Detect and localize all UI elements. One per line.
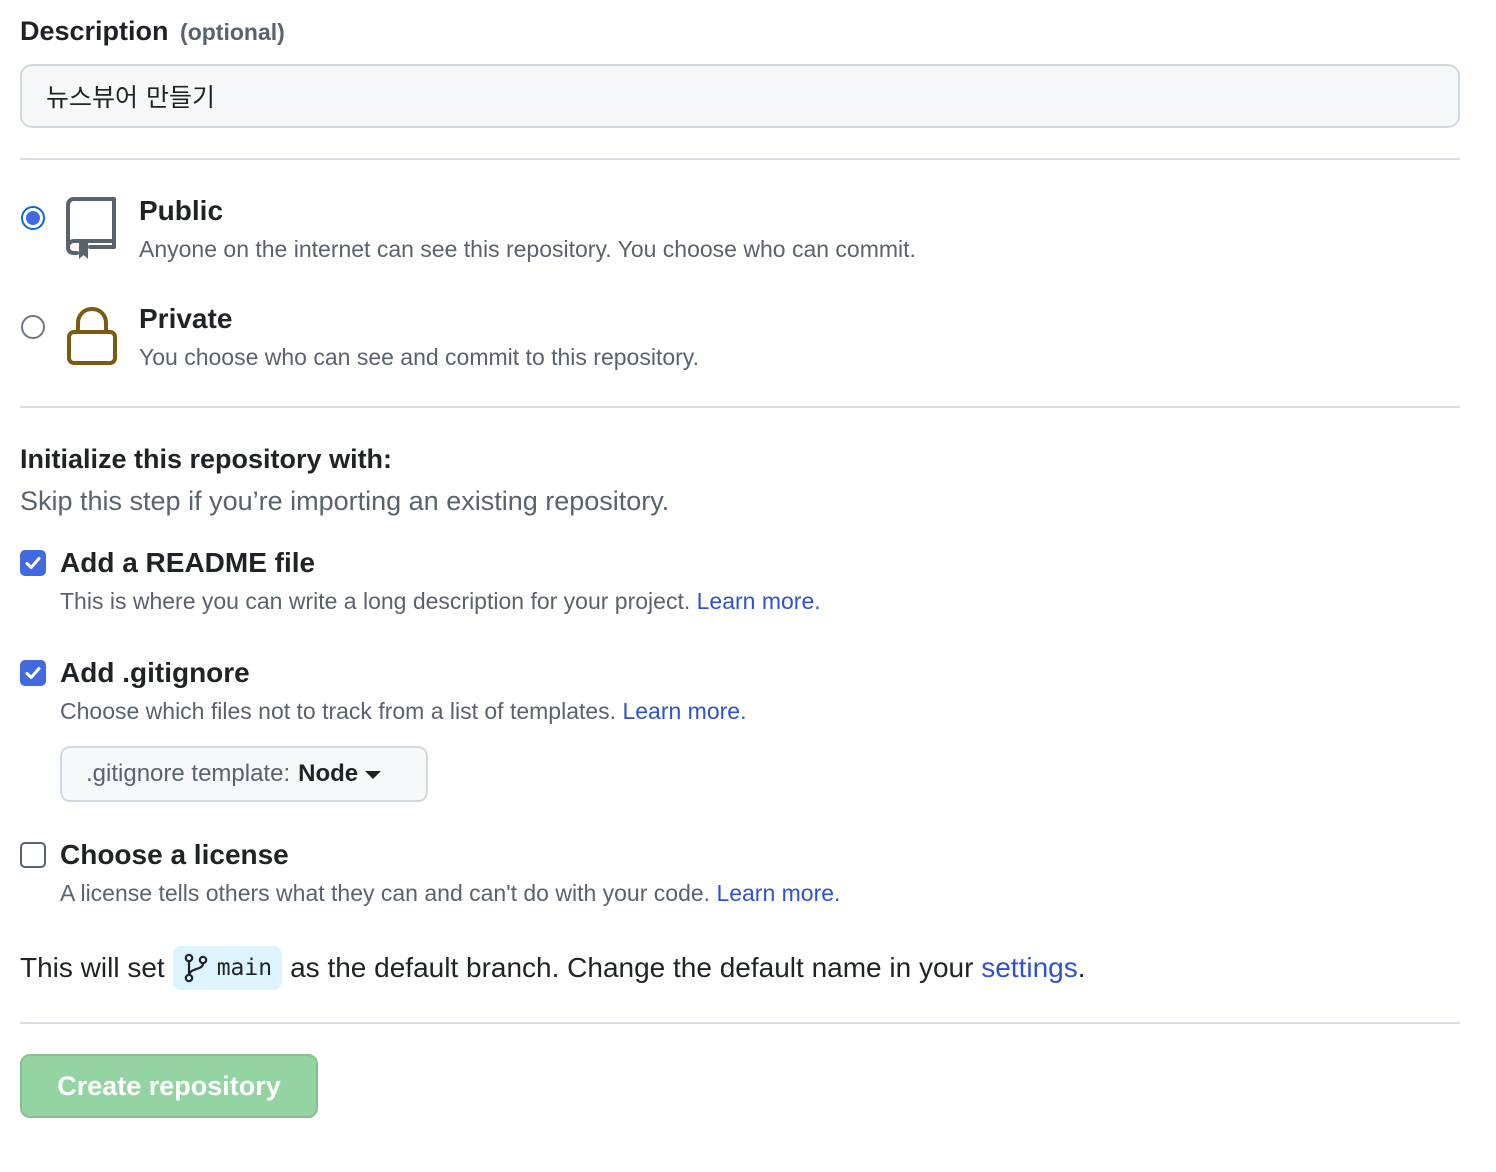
readme-learn-more-link[interactable]: Learn more. — [697, 588, 821, 614]
gitignore-desc-text: Choose which files not to track from a l… — [60, 698, 617, 724]
branch-middle-text: as the default branch. Change the defaul… — [290, 952, 974, 983]
license-desc-text: A license tells others what they can and… — [60, 880, 711, 906]
template-label: .gitignore template: — [86, 760, 291, 787]
branch-name: main — [216, 955, 273, 981]
check-icon — [25, 667, 41, 679]
readme-desc: This is where you can write a long descr… — [60, 588, 821, 615]
gitignore-desc: Choose which files not to track from a l… — [60, 698, 746, 725]
divider — [20, 1022, 1460, 1024]
branch-suffix: . — [1077, 952, 1086, 983]
readme-checkbox[interactable] — [20, 550, 46, 576]
repo-icon — [66, 197, 116, 259]
readme-desc-text: This is where you can write a long descr… — [60, 588, 691, 614]
check-icon — [25, 557, 41, 569]
private-desc: You choose who can see and commit to thi… — [139, 344, 699, 370]
license-desc: A license tells others what they can and… — [60, 880, 840, 907]
settings-link[interactable]: settings — [981, 952, 1078, 984]
license-checkbox[interactable] — [20, 842, 46, 868]
gitignore-checkbox[interactable] — [20, 660, 46, 686]
gitignore-label[interactable]: Add .gitignore — [60, 657, 250, 689]
description-label-text: Description — [20, 16, 169, 46]
divider — [20, 158, 1460, 160]
gitignore-template-dropdown[interactable]: .gitignore template: Node — [60, 746, 428, 802]
private-radio[interactable] — [21, 315, 45, 339]
public-desc: Anyone on the internet can see this repo… — [139, 236, 916, 262]
init-subtitle: Skip this step if you’re importing an ex… — [20, 486, 670, 516]
license-label[interactable]: Choose a license — [60, 839, 289, 871]
public-title: Public — [139, 195, 224, 226]
private-title: Private — [139, 303, 233, 334]
optional-hint: (optional) — [180, 19, 285, 45]
description-input[interactable] — [20, 64, 1460, 128]
init-title: Initialize this repository with: — [20, 444, 393, 474]
create-repository-button[interactable]: Create repository — [20, 1054, 318, 1118]
readme-label[interactable]: Add a README file — [60, 547, 315, 579]
license-learn-more-link[interactable]: Learn more. — [716, 880, 840, 906]
gitignore-learn-more-link[interactable]: Learn more. — [622, 698, 746, 724]
caret-down-icon — [365, 771, 382, 779]
public-radio[interactable] — [21, 206, 45, 230]
template-value: Node — [298, 760, 359, 787]
description-label: Description (optional) — [20, 16, 285, 47]
branch-prefix: This will set — [20, 952, 165, 983]
divider — [20, 406, 1460, 408]
git-branch-icon — [184, 953, 208, 983]
branch-chip: main — [172, 946, 283, 990]
lock-icon — [67, 306, 117, 365]
default-branch-note: This will set main as the default branch… — [20, 946, 1086, 990]
